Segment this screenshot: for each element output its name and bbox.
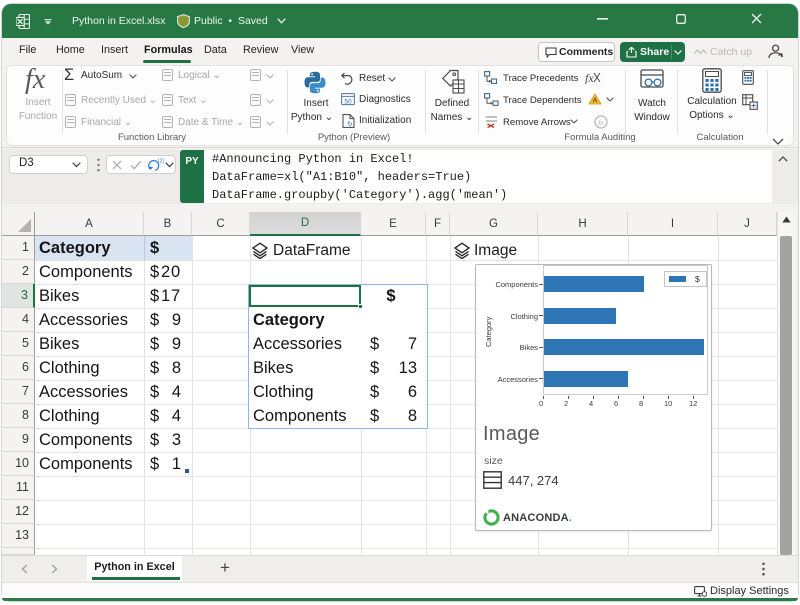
svg-text:fx: fx	[598, 118, 604, 127]
svg-text:(2): (2)	[158, 158, 165, 164]
svg-text:A: A	[593, 98, 598, 105]
svg-text:50: 50	[344, 98, 352, 105]
svg-text:fx: fx	[585, 71, 594, 84]
svg-text:↻: ↻	[347, 121, 353, 128]
